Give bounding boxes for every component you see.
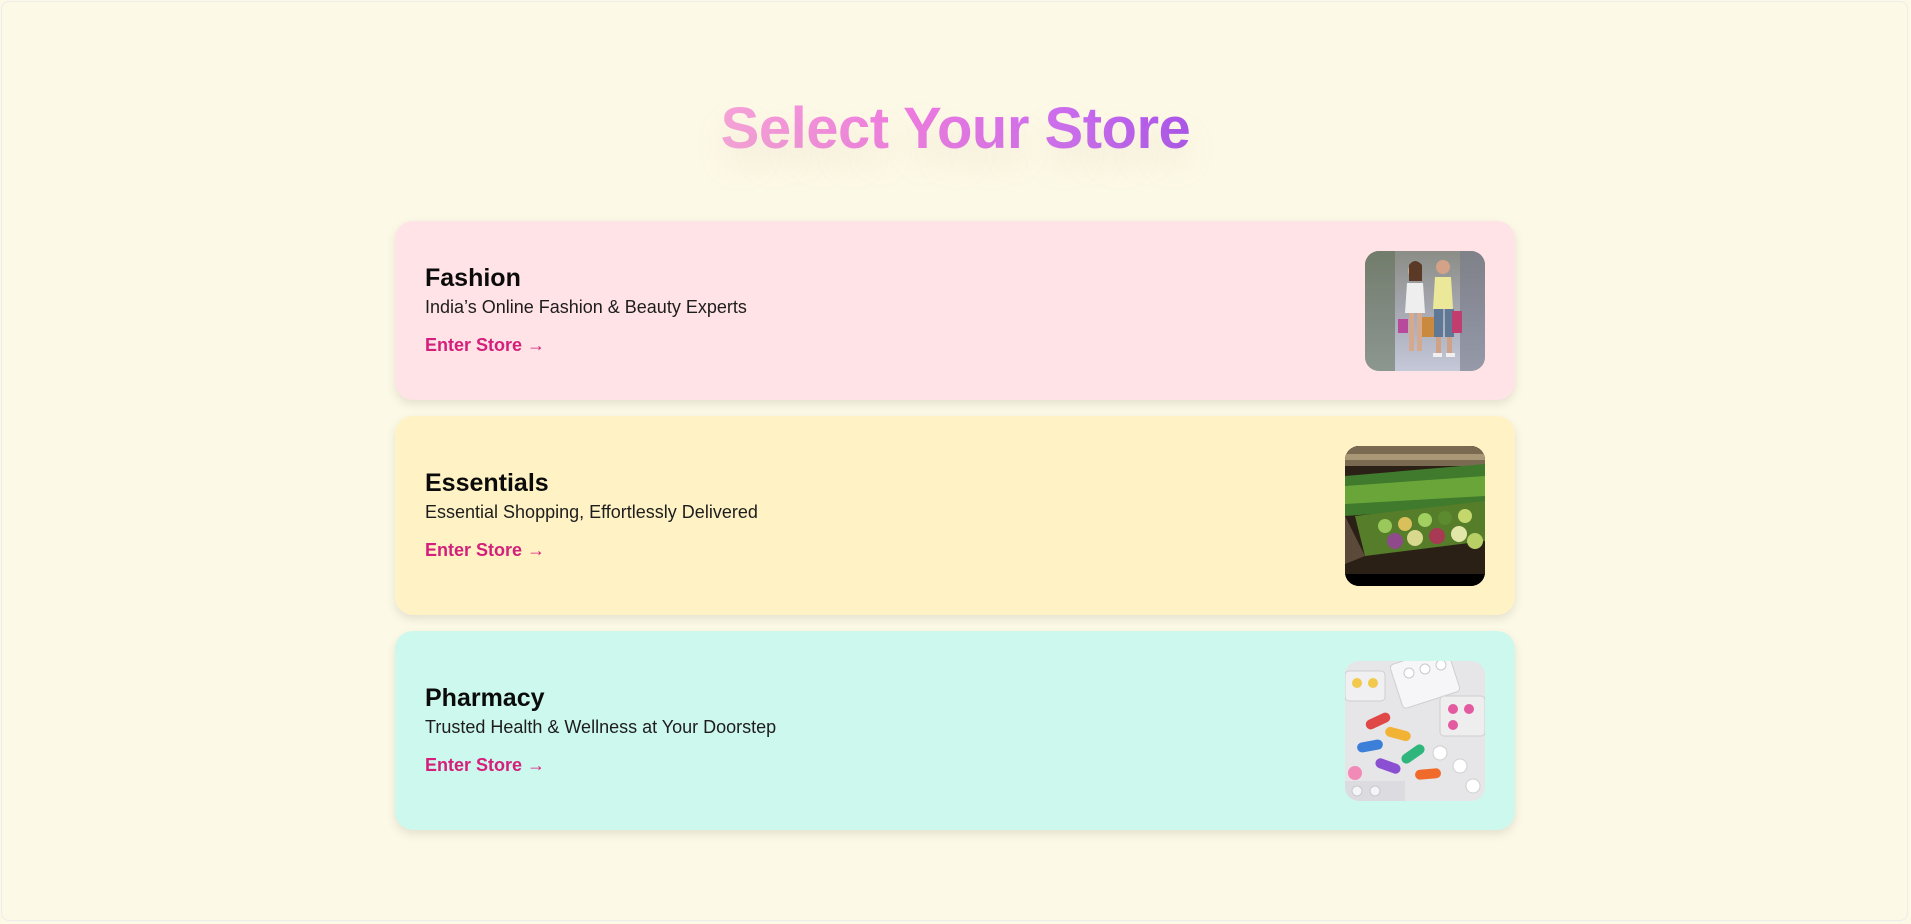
store-card-text: Pharmacy Trusted Health & Wellness at Yo…: [425, 683, 776, 776]
fashion-store-image: [1365, 251, 1485, 371]
title-container: Select Your Store: [0, 92, 1911, 190]
store-name: Essentials: [425, 469, 549, 497]
store-card-essentials[interactable]: Essentials Essential Shopping, Effortles…: [395, 416, 1515, 615]
store-name: Pharmacy: [425, 684, 545, 712]
page-title: Select Your Store: [707, 92, 1205, 190]
store-description: India’s Online Fashion & Beauty Experts: [425, 297, 747, 317]
store-description: Trusted Health & Wellness at Your Doorst…: [425, 717, 777, 737]
enter-store-link-essentials[interactable]: Enter Store →: [425, 539, 545, 561]
store-card-pharmacy[interactable]: Pharmacy Trusted Health & Wellness at Yo…: [395, 631, 1515, 830]
store-card-text: Fashion India’s Online Fashion & Beauty …: [425, 263, 747, 356]
store-list: Fashion India’s Online Fashion & Beauty …: [395, 221, 1515, 846]
pharmacy-store-image: [1345, 661, 1485, 801]
enter-store-link-fashion[interactable]: Enter Store →: [425, 334, 545, 356]
store-description: Essential Shopping, Effortlessly Deliver…: [425, 502, 758, 522]
store-card-fashion[interactable]: Fashion India’s Online Fashion & Beauty …: [395, 221, 1515, 400]
enter-store-link-pharmacy[interactable]: Enter Store →: [425, 754, 545, 776]
essentials-store-image: [1345, 446, 1485, 586]
store-card-text: Essentials Essential Shopping, Effortles…: [425, 468, 758, 561]
store-name: Fashion: [425, 264, 521, 292]
